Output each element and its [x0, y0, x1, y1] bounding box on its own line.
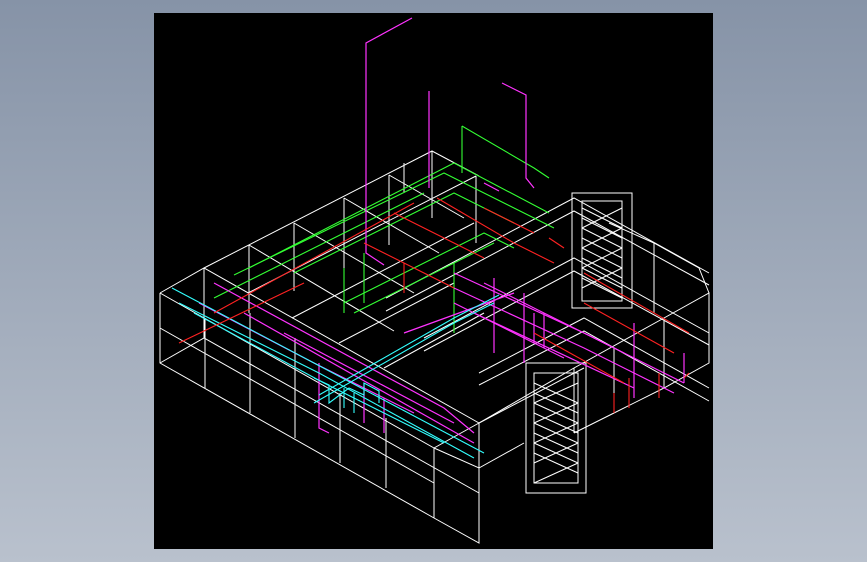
magenta-pipe-network	[198, 17, 685, 444]
cad-viewport[interactable]	[154, 13, 713, 549]
wireframe-model	[159, 17, 710, 544]
cyan-pipe-network	[171, 287, 500, 459]
structure-frame	[159, 150, 710, 544]
